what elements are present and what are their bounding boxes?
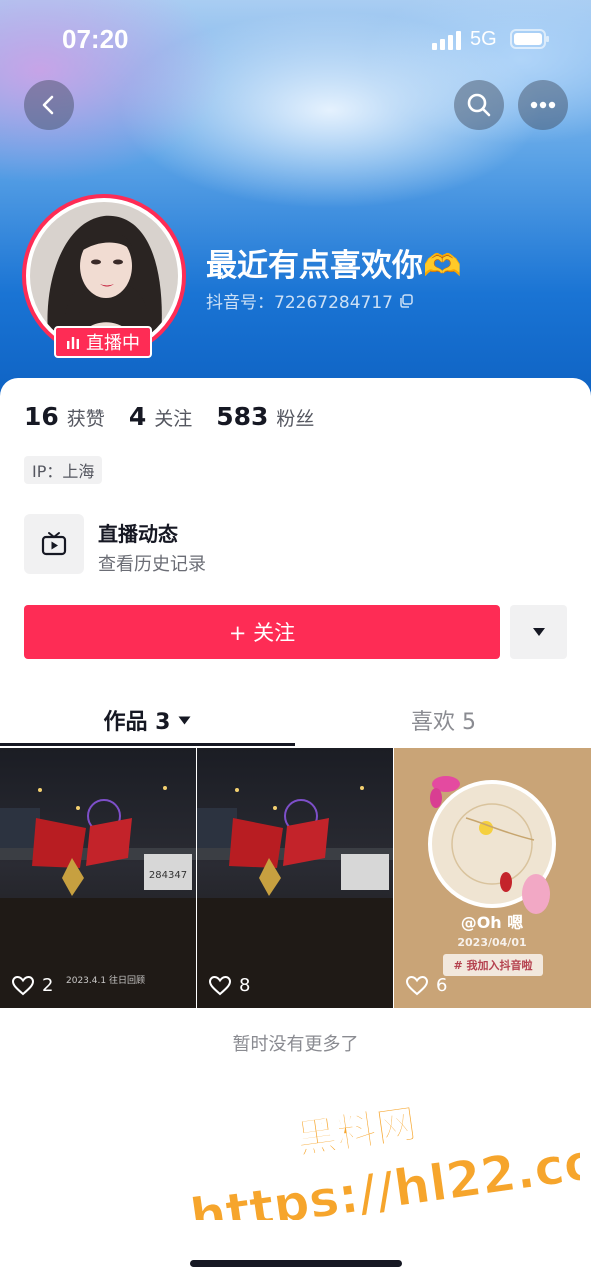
- battery-icon: [510, 29, 549, 49]
- stat-label: 获赞: [66, 408, 105, 430]
- heart-outline-icon: [406, 975, 428, 995]
- more-button[interactable]: [518, 80, 568, 130]
- tv-icon-box: [24, 514, 84, 574]
- tv-play-icon: [41, 532, 67, 556]
- watermark: 黑料网 https://hl22.co: [186, 1100, 580, 1220]
- likes-count: 8: [239, 975, 251, 996]
- profile-name: 最近有点喜欢你🫶: [206, 240, 462, 285]
- overlay-date: 2023/04/01: [457, 936, 526, 949]
- video-thumbnail[interactable]: @Oh 嗯 2023/04/01 # 我加入抖音啦 6: [394, 748, 591, 1008]
- stats-row: 16 获赞 4 关注 583 粉丝: [24, 402, 314, 431]
- live-history-title: 直播动态: [98, 522, 178, 546]
- stat-value: 16: [24, 402, 59, 431]
- search-button[interactable]: [454, 80, 504, 130]
- night-scene-image: 284347: [0, 748, 196, 1008]
- triangle-down-icon: [532, 628, 545, 636]
- follow-button[interactable]: + 关注: [24, 605, 500, 659]
- profile-name-text: 最近有点喜欢你🫶: [206, 248, 462, 284]
- more-dots-icon: [530, 101, 556, 109]
- tab-works-label: 作品 3: [103, 710, 171, 735]
- douyin-id[interactable]: 抖音号：72267284717: [206, 288, 413, 313]
- copy-icon[interactable]: [399, 293, 413, 308]
- video-likes: 8: [209, 975, 250, 996]
- likes-count: 6: [436, 975, 448, 996]
- home-indicator: [190, 1260, 402, 1267]
- watermark-line1: 黑料网: [294, 1101, 419, 1163]
- back-button[interactable]: [24, 80, 74, 130]
- video-caption: 2023.4.1 往日回顾: [66, 976, 145, 986]
- overlay-title: @Oh 嗯: [461, 913, 524, 932]
- stat-label: 粉丝: [276, 408, 315, 430]
- back-arrow-icon: [42, 95, 54, 115]
- stat-value: 4: [128, 402, 147, 431]
- status-bar: 07:20 5G: [0, 0, 591, 80]
- signal-icon: [432, 31, 461, 50]
- ip-location-tag: IP：上海: [24, 456, 103, 484]
- live-badge-label: 直播中: [86, 333, 140, 354]
- caret-down-icon: [178, 716, 191, 724]
- stat-likes[interactable]: 16 获赞: [24, 402, 105, 431]
- join-douyin-image: @Oh 嗯 2023/04/01 # 我加入抖音啦: [394, 748, 591, 1008]
- likes-count: 2: [42, 975, 54, 996]
- overlay-tag: # 我加入抖音啦: [453, 958, 532, 972]
- video-thumbnail[interactable]: 284347 2023.4.1 往日回顾 284347 2: [0, 748, 196, 1008]
- heart-outline-icon: [209, 975, 231, 995]
- night-scene-image: [197, 748, 393, 1008]
- stat-value: 583: [216, 402, 269, 431]
- stat-following[interactable]: 4 关注: [129, 402, 192, 431]
- video-thumbnail[interactable]: 8: [197, 748, 393, 1008]
- live-bars-icon: [67, 337, 79, 349]
- heart-outline-icon: 284347: [12, 975, 34, 995]
- video-likes: 6: [406, 975, 447, 996]
- live-badge[interactable]: 直播中: [54, 326, 152, 358]
- video-likes: 284347 2: [12, 975, 53, 996]
- tab-indicator: [0, 743, 295, 746]
- tab-likes-label: 喜欢 5: [411, 710, 476, 735]
- live-history-entry[interactable]: 直播动态 查看历史记录: [24, 514, 564, 576]
- network-label: 5G: [470, 28, 497, 50]
- live-history-subtitle: 查看历史记录: [98, 554, 206, 575]
- end-of-list-text: 暂时没有更多了: [232, 1034, 359, 1055]
- video-grid: 284347 2023.4.1 往日回顾 284347 2: [0, 748, 591, 1008]
- sign-number: 284347: [149, 870, 187, 881]
- douyin-id-text: 抖音号：72267284717: [206, 293, 393, 313]
- tab-likes[interactable]: 喜欢 5: [296, 696, 591, 744]
- status-time: 07:20: [62, 24, 129, 54]
- search-icon: [467, 93, 491, 117]
- stat-followers[interactable]: 583 粉丝: [216, 402, 314, 431]
- recommend-dropdown-button[interactable]: [510, 605, 567, 659]
- tab-works[interactable]: 作品 3: [0, 696, 295, 744]
- follow-button-label: + 关注: [228, 621, 296, 645]
- stat-label: 关注: [154, 408, 193, 430]
